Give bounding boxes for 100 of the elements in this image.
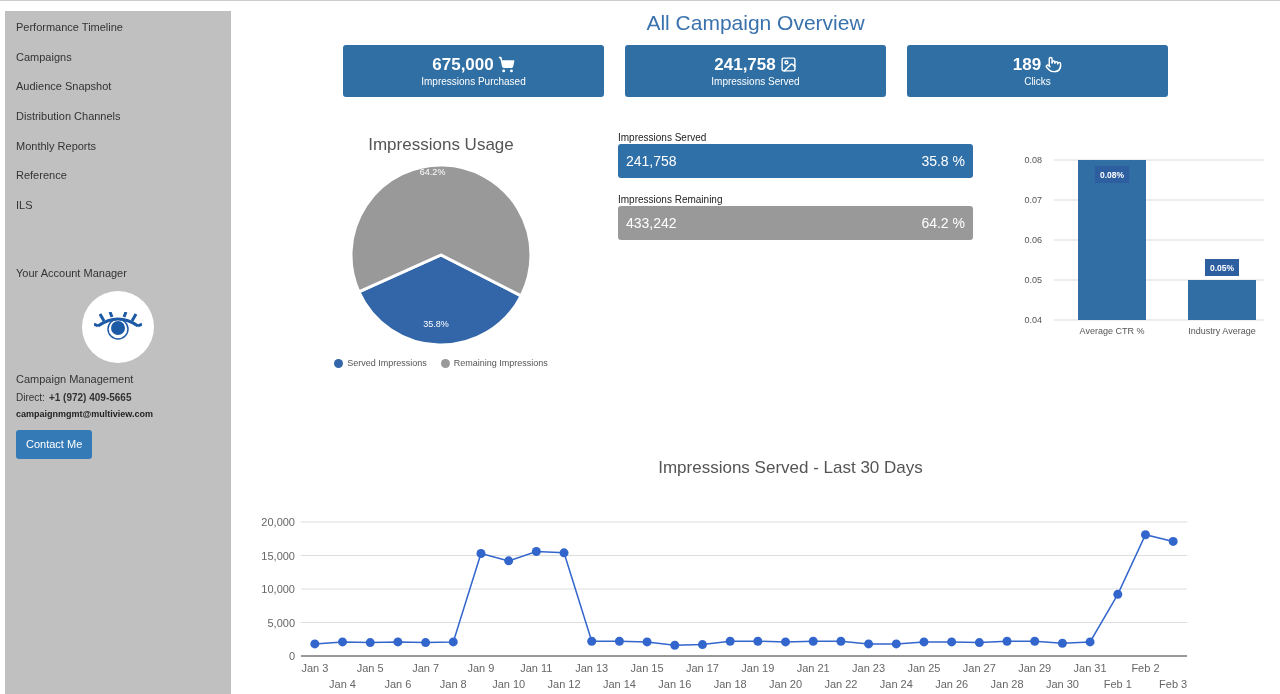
data-point: [504, 556, 514, 566]
slice-label: 64.2%: [419, 166, 446, 177]
stat-label: Impressions Purchased: [421, 74, 526, 88]
data-point: [947, 637, 957, 647]
pointing-hand-icon: [1045, 56, 1063, 73]
legend-label: Remaining Impressions: [453, 356, 548, 370]
axis-tick-label: 10,000: [261, 583, 295, 595]
sidebar-item[interactable]: Distribution Channels: [16, 108, 220, 138]
axis-category-label: Jan 16: [658, 678, 692, 690]
data-point: [891, 639, 901, 649]
data-point: [587, 636, 597, 646]
axis-category-label: Feb 1: [1103, 678, 1132, 690]
axis-category-label: Jan 13: [575, 662, 609, 674]
axis-category-label: Feb 3: [1159, 678, 1188, 690]
data-point: [531, 547, 541, 556]
data-point: [1140, 530, 1150, 540]
axis-category-label: Jan 27: [962, 662, 996, 674]
axis-tick-label: 0.06: [1024, 235, 1042, 245]
chart-bar: [1188, 280, 1256, 320]
axis-category-label: Jan 22: [824, 678, 858, 690]
chart-title: Impressions Served - Last 30 Days: [658, 456, 923, 479]
axis-category-label: Jan 29: [1018, 662, 1052, 674]
axis-category-label: Feb 2: [1131, 662, 1160, 674]
data-point: [808, 636, 818, 646]
axis-category-label: Jan 20: [769, 678, 803, 690]
axis-category-label: Industry Average: [1188, 326, 1256, 336]
axis-category-label: Jan 21: [796, 662, 830, 674]
data-point: [1168, 536, 1178, 546]
axis-tick-label: 0: [288, 650, 295, 662]
axis-category-label: Jan 28: [990, 678, 1024, 690]
value-label: 0.08%: [1099, 170, 1125, 180]
data-point: [448, 637, 458, 647]
value-label: 0.05%: [1209, 263, 1235, 273]
sidebar-item[interactable]: Reference: [16, 167, 220, 198]
sidebar-item[interactable]: Monthly Reports: [16, 137, 220, 168]
data-point: [781, 637, 791, 647]
axis-category-label: Jan 14: [602, 678, 636, 690]
data-point: [559, 548, 569, 558]
data-point: [642, 637, 652, 647]
axis-category-label: Jan 6: [384, 678, 412, 690]
data-point: [1002, 636, 1012, 646]
axis-category-label: Jan 17: [685, 662, 719, 674]
axis-category-label: Jan 24: [879, 678, 913, 690]
axis-category-label: Jan 23: [852, 662, 886, 674]
axis-category-label: Average CTR %: [1079, 326, 1145, 336]
axis-category-label: Jan 7: [412, 662, 440, 674]
data-point: [864, 639, 874, 649]
bar-percent: 35.8 %: [921, 151, 965, 171]
bar-label: Impressions Remaining: [618, 194, 724, 206]
axis-category-label: Jan 10: [492, 678, 526, 690]
data-point: [614, 636, 624, 646]
axis-category-label: Jan 9: [467, 662, 495, 674]
phone-number: +1 (972) 409-5665: [48, 390, 132, 405]
data-point: [974, 638, 984, 648]
data-point: [1113, 589, 1123, 599]
axis-category-label: Jan 8: [439, 678, 467, 690]
cart-icon: [497, 56, 515, 73]
axis-category-label: Jan 26: [935, 678, 969, 690]
stat-value: 189: [1012, 54, 1042, 75]
bar-percent: 64.2 %: [921, 213, 965, 233]
image-icon: [779, 56, 797, 73]
axis-category-label: Jan 4: [329, 678, 356, 690]
stat-value: 241,758: [714, 54, 776, 75]
data-point: [836, 636, 846, 646]
data-point: [1030, 636, 1040, 646]
data-point: [670, 640, 680, 650]
chart-title: Impressions Usage: [368, 134, 514, 156]
phone-label: Direct:: [16, 390, 45, 405]
data-point: [1085, 637, 1095, 647]
eye-logo-icon: [94, 312, 142, 343]
axis-category-label: Jan 11: [520, 662, 553, 674]
data-point: [919, 637, 929, 647]
sidebar-item[interactable]: Audience Snapshot: [16, 78, 220, 109]
axis-tick-label: 0.05: [1024, 275, 1042, 285]
sidebar-item[interactable]: Performance Timeline: [16, 19, 220, 49]
bar-label: Impressions Served: [618, 132, 708, 144]
data-point: [476, 549, 486, 558]
axis-tick-label: 0.04: [1024, 315, 1042, 325]
axis-tick-label: 0.07: [1024, 195, 1042, 205]
data-point: [393, 637, 403, 647]
data-point: [338, 637, 348, 647]
data-point: [310, 639, 320, 649]
axis-category-label: Jan 15: [630, 662, 664, 674]
slice-label: 35.8%: [423, 318, 449, 329]
axis-category-label: Jan 3: [301, 662, 329, 674]
data-point: [725, 636, 735, 646]
legend-label: Served Impressions: [347, 356, 427, 370]
axis-category-label: Jan 18: [713, 678, 747, 690]
axis-tick-label: 15,000: [261, 549, 295, 562]
axis-tick-label: 20,000: [261, 516, 295, 528]
bar-value: 241,758: [626, 151, 677, 171]
axis-category-label: Jan 30: [1045, 678, 1079, 690]
axis-category-label: Jan 5: [356, 662, 384, 674]
stat-value: 675,000: [432, 54, 494, 75]
sidebar-item[interactable]: ILS: [16, 197, 220, 227]
contact-button[interactable]: Contact Me: [16, 430, 93, 459]
sidebar-item[interactable]: Campaigns: [16, 48, 220, 79]
axis-category-label: Jan 12: [547, 678, 581, 690]
data-point: [421, 638, 431, 648]
axis-tick-label: 5,000: [267, 616, 295, 629]
